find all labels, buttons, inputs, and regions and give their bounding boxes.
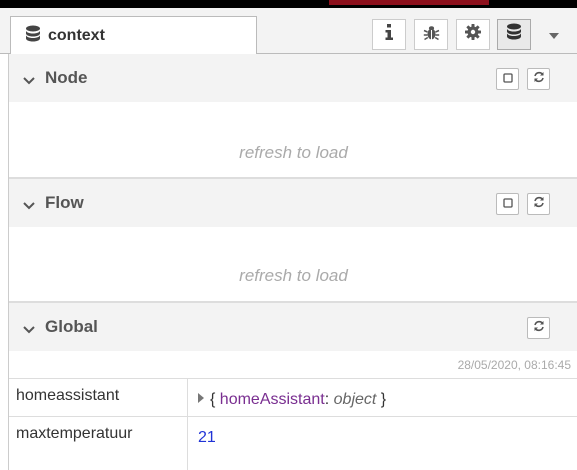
context-key[interactable]: maxtemperatuur (9, 417, 187, 470)
refresh-icon (533, 319, 545, 337)
info-button[interactable] (372, 19, 406, 50)
pin-toggle-button[interactable] (496, 68, 519, 90)
sidebar-tab-bar: context (0, 8, 577, 55)
info-icon (384, 24, 394, 45)
context-key[interactable]: homeassistant (9, 379, 187, 416)
brace-open: { (210, 391, 216, 408)
context-button[interactable] (497, 19, 531, 50)
object-property-key: homeAssistant (219, 391, 325, 408)
settings-button[interactable] (456, 19, 490, 50)
number-value: 21 (198, 429, 216, 446)
refresh-icon (533, 195, 545, 213)
property-separator: : (324, 391, 330, 408)
section-body-flow: refresh to load (9, 227, 577, 302)
section-title: Global (45, 317, 98, 336)
database-icon (25, 25, 41, 48)
context-panel: Node refresh to load Flow refresh to loa… (8, 54, 577, 470)
table-row: homeassistant { homeAssistant: object } (9, 378, 577, 416)
section-body-node: refresh to load (9, 102, 577, 178)
tab-label: context (48, 27, 105, 44)
gear-icon (465, 24, 481, 45)
last-refresh-timestamp: 28/05/2020, 08:16:45 (457, 358, 571, 372)
section-header-node[interactable]: Node (9, 54, 577, 102)
context-value[interactable]: { homeAssistant: object } (187, 379, 577, 416)
object-property-type: object (333, 391, 377, 408)
bug-icon (423, 24, 440, 46)
debug-button[interactable] (414, 19, 448, 50)
chevron-down-icon[interactable] (23, 321, 35, 339)
pin-toggle-button[interactable] (496, 193, 519, 215)
section-title: Flow (45, 193, 84, 212)
table-row: maxtemperatuur 21 (9, 416, 577, 470)
refresh-button[interactable] (527, 317, 550, 339)
chevron-down-icon[interactable] (549, 33, 559, 39)
refresh-placeholder: refresh to load (239, 266, 348, 285)
section-header-flow[interactable]: Flow (9, 179, 577, 227)
chevron-down-icon[interactable] (23, 197, 35, 215)
refresh-button[interactable] (527, 68, 550, 90)
chevron-down-icon[interactable] (23, 72, 35, 90)
caret-right-icon[interactable] (198, 393, 204, 403)
brace-close: } (380, 391, 387, 408)
top-bar-accent (329, 0, 489, 5)
section-header-global[interactable]: Global (9, 303, 577, 351)
database-icon (506, 23, 522, 46)
top-bar (0, 0, 577, 8)
refresh-icon (533, 70, 545, 88)
refresh-placeholder: refresh to load (239, 143, 348, 162)
square-icon (502, 70, 513, 88)
context-value[interactable]: 21 (187, 417, 577, 470)
square-icon (502, 195, 513, 213)
refresh-button[interactable] (527, 193, 550, 215)
section-title: Node (45, 68, 88, 87)
tab-context[interactable]: context (10, 16, 257, 55)
